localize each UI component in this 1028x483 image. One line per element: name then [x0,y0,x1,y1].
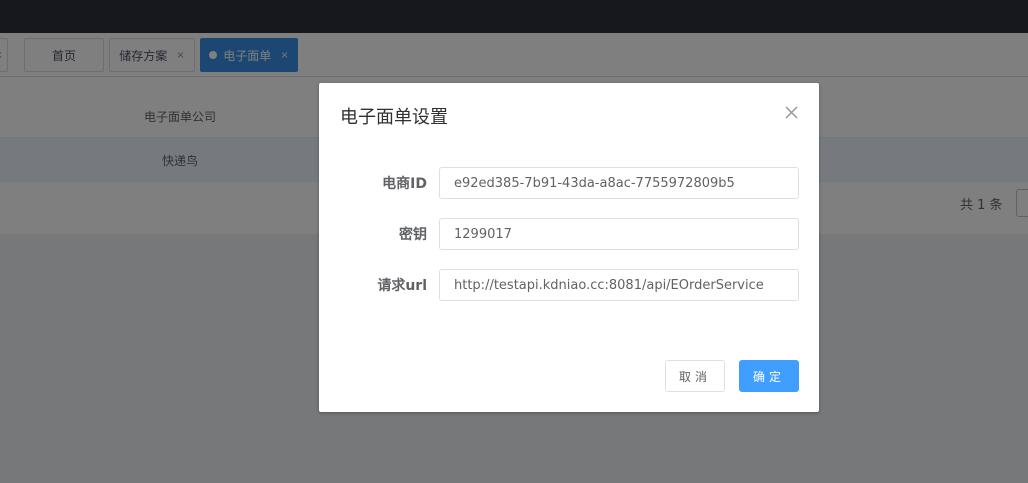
form-row-secret-key: 密钥 [319,218,819,250]
request-url-label: 请求url [377,278,427,294]
secret-key-label: 密钥 [399,227,427,243]
close-icon[interactable] [781,102,801,122]
form-row-merchant-id: 电商ID [319,167,819,199]
request-url-input[interactable] [439,269,799,301]
cancel-button[interactable]: 取消 [665,360,725,392]
merchant-id-label: 电商ID [382,176,427,192]
secret-key-input[interactable] [439,218,799,250]
e-waybill-settings-dialog: 电子面单设置 电商ID 密钥 请求url 取消 确定 [319,83,819,412]
form-row-request-url: 请求url [319,269,819,301]
confirm-button[interactable]: 确定 [739,360,799,392]
merchant-id-input[interactable] [439,167,799,199]
dialog-title: 电子面单设置 [340,107,448,128]
